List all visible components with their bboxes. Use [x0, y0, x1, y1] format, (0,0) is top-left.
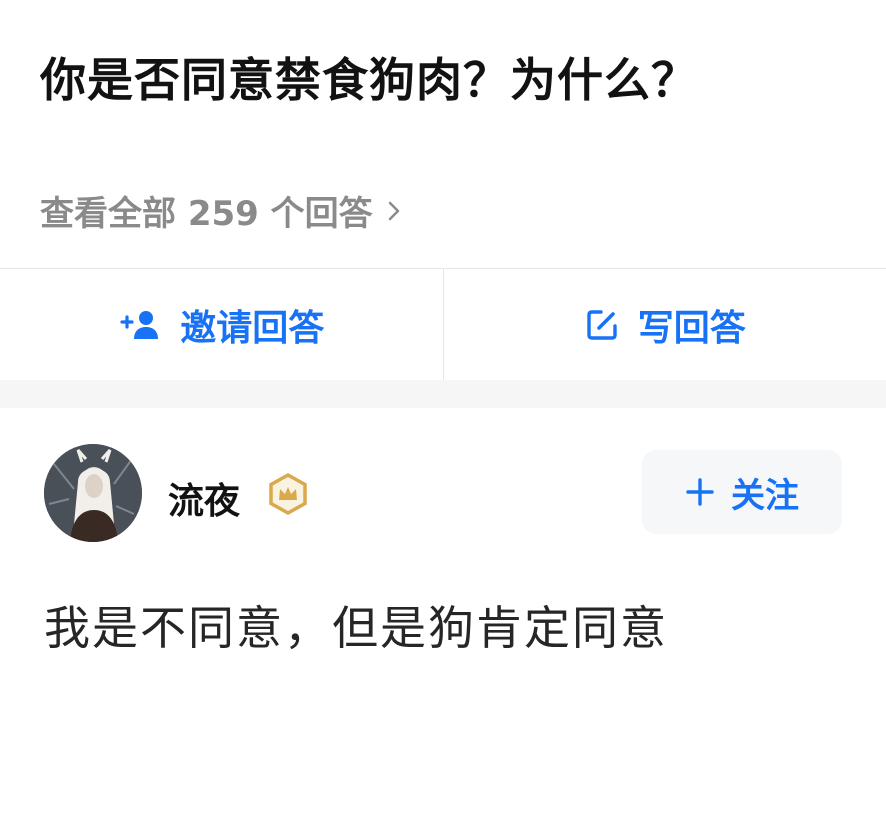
write-answer-button[interactable]: 写回答: [444, 269, 886, 381]
answer-action-bar: 邀请回答 写回答: [0, 268, 886, 381]
follow-button[interactable]: 关注: [642, 450, 842, 534]
write-answer-label: 写回答: [637, 308, 746, 349]
view-all-answers-label: 查看全部 259 个回答: [40, 194, 373, 234]
add-user-icon: [118, 308, 162, 342]
question-header: 你是否同意禁食狗肉？为什么？ 查看全部 259 个回答: [0, 0, 886, 268]
view-all-answers-link[interactable]: 查看全部 259 个回答: [40, 186, 401, 235]
follow-label: 关注: [731, 475, 799, 516]
question-title: 你是否同意禁食狗肉？为什么？: [40, 53, 698, 107]
section-separator: [0, 380, 886, 408]
answer-content: 我是不同意，但是狗肯定同意: [44, 601, 668, 655]
author-avatar[interactable]: [44, 444, 142, 542]
plus-icon: [685, 477, 715, 507]
chevron-right-icon: [388, 201, 399, 220]
answer-card: 流夜 关注 我是不同意，但是狗肯定同意: [0, 408, 886, 823]
invite-answer-button[interactable]: 邀请回答: [0, 269, 443, 381]
edit-icon: [584, 307, 620, 343]
invite-answer-label: 邀请回答: [180, 308, 325, 349]
author-name[interactable]: 流夜: [168, 472, 240, 524]
crown-badge-icon: [269, 472, 307, 516]
